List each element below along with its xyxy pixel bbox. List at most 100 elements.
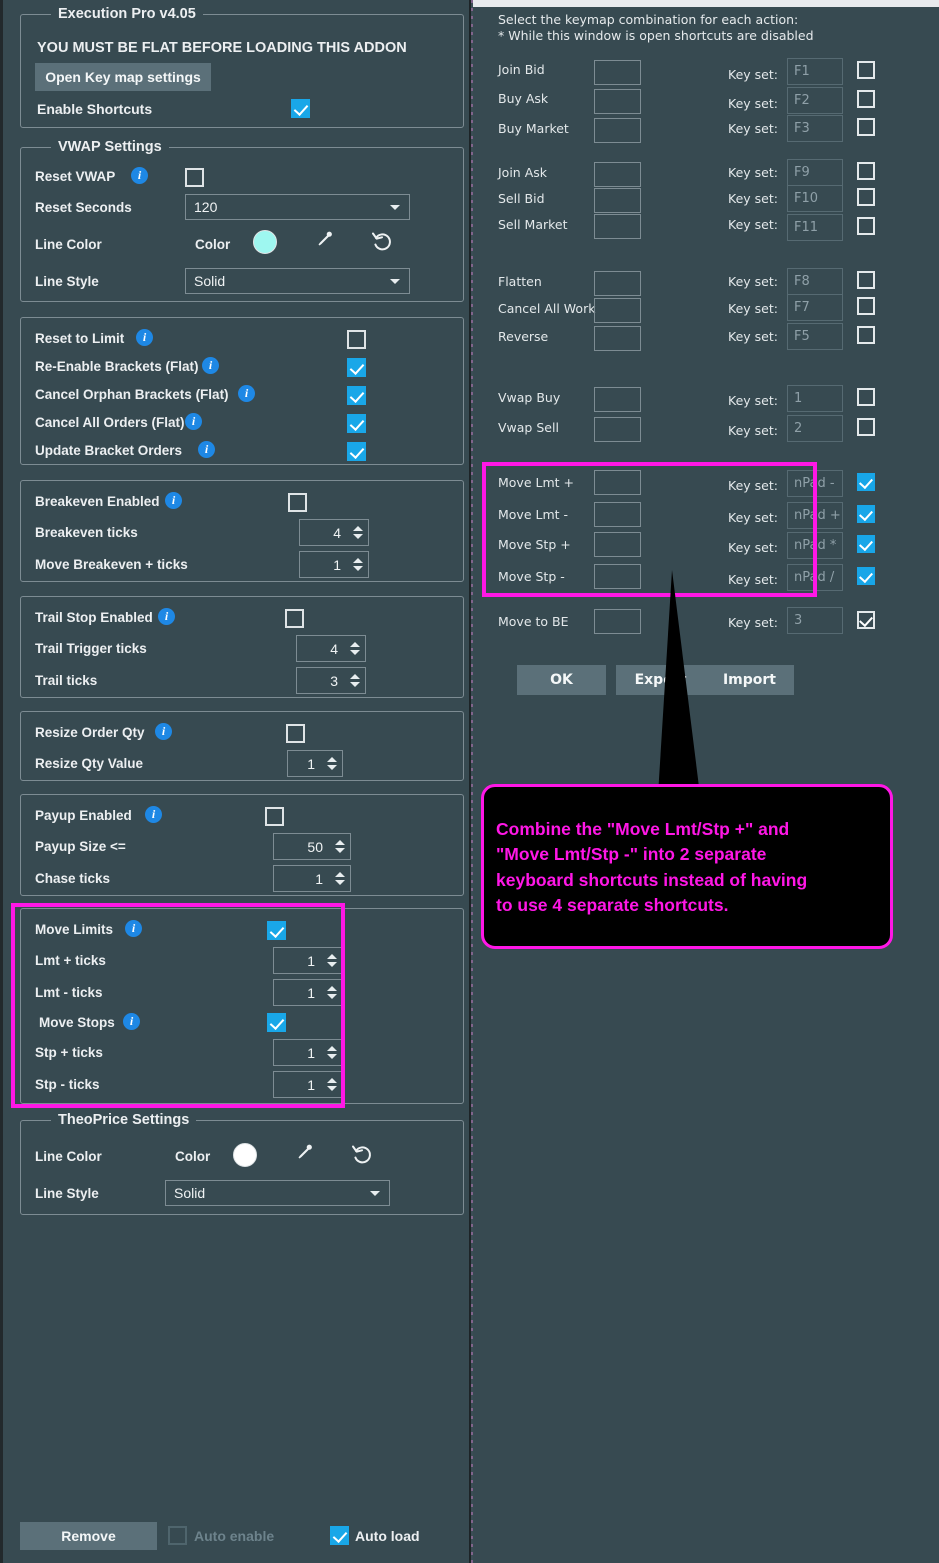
keymap-enable-move-lmt-minus[interactable] bbox=[857, 505, 875, 523]
stepper-arrows-icon[interactable] bbox=[353, 520, 368, 545]
info-icon[interactable]: i bbox=[131, 167, 148, 184]
stepper-arrows-icon[interactable] bbox=[350, 636, 365, 661]
keymap-key-buy-market[interactable]: F3 bbox=[787, 115, 843, 142]
keymap-combo-input-move-stp-plus[interactable] bbox=[594, 532, 641, 557]
stepper-arrows-icon[interactable] bbox=[327, 751, 342, 776]
left-panel-scroll-area[interactable]: Execution Pro v4.05 YOU MUST BE FLAT BEF… bbox=[7, 0, 467, 1563]
stepper-arrows-icon[interactable] bbox=[327, 1040, 342, 1065]
info-icon[interactable]: i bbox=[136, 329, 153, 346]
info-icon[interactable]: i bbox=[238, 385, 255, 402]
keymap-combo-input-move-stp-minus[interactable] bbox=[594, 564, 641, 589]
keymap-combo-input-move-lmt-plus[interactable] bbox=[594, 470, 641, 495]
info-icon[interactable]: i bbox=[123, 1013, 140, 1030]
cancel-all-orders-checkbox[interactable] bbox=[347, 414, 366, 433]
keymap-enable-buy-market[interactable] bbox=[857, 118, 875, 136]
vwap-line-style-combo[interactable]: Solid bbox=[185, 268, 410, 294]
stepper-arrows-icon[interactable] bbox=[327, 948, 342, 973]
info-icon[interactable]: i bbox=[165, 492, 182, 509]
resize-qty-value-stepper[interactable]: 1 bbox=[287, 750, 343, 777]
reset-to-limit-checkbox[interactable] bbox=[347, 330, 366, 349]
keymap-enable-buy-ask[interactable] bbox=[857, 90, 875, 108]
enable-shortcuts-checkbox[interactable] bbox=[291, 99, 310, 118]
keymap-enable-cancel-all-work[interactable] bbox=[857, 297, 875, 315]
keymap-enable-move-stp-plus[interactable] bbox=[857, 535, 875, 553]
lmt-minus-ticks-stepper[interactable]: 1 bbox=[273, 979, 343, 1006]
trail-ticks-stepper[interactable]: 3 bbox=[296, 667, 366, 694]
export-button[interactable]: Export bbox=[616, 665, 705, 695]
keymap-key-join-bid[interactable]: F1 bbox=[787, 58, 843, 85]
info-icon[interactable]: i bbox=[155, 723, 172, 740]
theoprice-color-swatch[interactable] bbox=[233, 1143, 257, 1167]
keymap-key-move-to-be[interactable]: 3 bbox=[787, 607, 843, 634]
keymap-enable-sell-bid[interactable] bbox=[857, 188, 875, 206]
breakeven-enabled-checkbox[interactable] bbox=[288, 493, 307, 512]
trail-trigger-ticks-stepper[interactable]: 4 bbox=[296, 635, 366, 662]
keymap-combo-input-buy-ask[interactable] bbox=[594, 89, 641, 114]
keymap-combo-input-flatten[interactable] bbox=[594, 271, 641, 296]
ok-button[interactable]: OK bbox=[517, 665, 606, 695]
keymap-key-cancel-all-work[interactable]: F7 bbox=[787, 294, 843, 321]
keymap-combo-input-vwap-buy[interactable] bbox=[594, 387, 641, 412]
update-bracket-orders-checkbox[interactable] bbox=[347, 442, 366, 461]
open-keymap-settings-button[interactable]: Open Key map settings bbox=[35, 63, 211, 91]
payup-enabled-checkbox[interactable] bbox=[265, 807, 284, 826]
keymap-enable-join-bid[interactable] bbox=[857, 61, 875, 79]
keymap-enable-vwap-sell[interactable] bbox=[857, 418, 875, 436]
keymap-combo-input-reverse[interactable] bbox=[594, 326, 641, 351]
keymap-enable-move-stp-minus[interactable] bbox=[857, 567, 875, 585]
keymap-combo-input-move-lmt-minus[interactable] bbox=[594, 502, 641, 527]
stepper-arrows-icon[interactable] bbox=[327, 1072, 342, 1097]
keymap-combo-input-vwap-sell[interactable] bbox=[594, 417, 641, 442]
keymap-enable-flatten[interactable] bbox=[857, 271, 875, 289]
keymap-combo-input-sell-market[interactable] bbox=[594, 214, 641, 239]
reset-color-icon[interactable] bbox=[349, 1141, 375, 1167]
keymap-combo-input-move-to-be[interactable] bbox=[594, 609, 641, 634]
reset-color-icon[interactable] bbox=[369, 228, 395, 254]
chase-ticks-stepper[interactable]: 1 bbox=[273, 865, 351, 892]
keymap-key-sell-bid[interactable]: F10 bbox=[787, 185, 843, 212]
stepper-arrows-icon[interactable] bbox=[353, 552, 368, 577]
stp-minus-ticks-stepper[interactable]: 1 bbox=[273, 1071, 343, 1098]
keymap-enable-join-ask[interactable] bbox=[857, 162, 875, 180]
keymap-enable-reverse[interactable] bbox=[857, 326, 875, 344]
reset-seconds-combo[interactable]: 120 bbox=[185, 194, 410, 220]
keymap-key-move-stp-plus[interactable]: nPad * bbox=[787, 532, 843, 559]
breakeven-ticks-stepper[interactable]: 4 bbox=[299, 519, 369, 546]
info-icon[interactable]: i bbox=[202, 357, 219, 374]
keymap-combo-input-join-bid[interactable] bbox=[594, 60, 641, 85]
keymap-combo-input-cancel-all-work[interactable] bbox=[594, 298, 641, 323]
vwap-color-swatch[interactable] bbox=[253, 230, 277, 254]
keymap-key-move-lmt-plus[interactable]: nPad - bbox=[787, 470, 843, 497]
cancel-orphan-brackets-checkbox[interactable] bbox=[347, 386, 366, 405]
keymap-key-vwap-sell[interactable]: 2 bbox=[787, 415, 843, 442]
keymap-key-reverse[interactable]: F5 bbox=[787, 323, 843, 350]
payup-size-stepper[interactable]: 50 bbox=[273, 833, 351, 860]
eyedropper-icon[interactable] bbox=[309, 228, 335, 254]
keymap-key-sell-market[interactable]: F11 bbox=[787, 214, 843, 241]
info-icon[interactable]: i bbox=[125, 920, 142, 937]
stepper-arrows-icon[interactable] bbox=[350, 668, 365, 693]
re-enable-brackets-checkbox[interactable] bbox=[347, 358, 366, 377]
stp-plus-ticks-stepper[interactable]: 1 bbox=[273, 1039, 343, 1066]
eyedropper-icon[interactable] bbox=[289, 1141, 315, 1167]
import-button[interactable]: Import bbox=[705, 665, 794, 695]
keymap-enable-sell-market[interactable] bbox=[857, 217, 875, 235]
stepper-arrows-icon[interactable] bbox=[335, 866, 350, 891]
stepper-arrows-icon[interactable] bbox=[327, 980, 342, 1005]
keymap-key-buy-ask[interactable]: F2 bbox=[787, 87, 843, 114]
theoprice-line-style-combo[interactable]: Solid bbox=[165, 1180, 390, 1206]
auto-enable-checkbox[interactable] bbox=[168, 1526, 187, 1545]
keymap-enable-vwap-buy[interactable] bbox=[857, 388, 875, 406]
info-icon[interactable]: i bbox=[198, 441, 215, 458]
stepper-arrows-icon[interactable] bbox=[335, 834, 350, 859]
move-breakeven-ticks-stepper[interactable]: 1 bbox=[299, 551, 369, 578]
reset-vwap-checkbox[interactable] bbox=[185, 168, 204, 187]
keymap-key-move-lmt-minus[interactable]: nPad + bbox=[787, 502, 843, 529]
keymap-key-move-stp-minus[interactable]: nPad / bbox=[787, 564, 843, 591]
lmt-plus-ticks-stepper[interactable]: 1 bbox=[273, 947, 343, 974]
keymap-key-vwap-buy[interactable]: 1 bbox=[787, 385, 843, 412]
move-stops-checkbox[interactable] bbox=[267, 1013, 286, 1032]
auto-load-checkbox[interactable] bbox=[330, 1526, 349, 1545]
keymap-key-flatten[interactable]: F8 bbox=[787, 268, 843, 295]
keymap-key-join-ask[interactable]: F9 bbox=[787, 159, 843, 186]
